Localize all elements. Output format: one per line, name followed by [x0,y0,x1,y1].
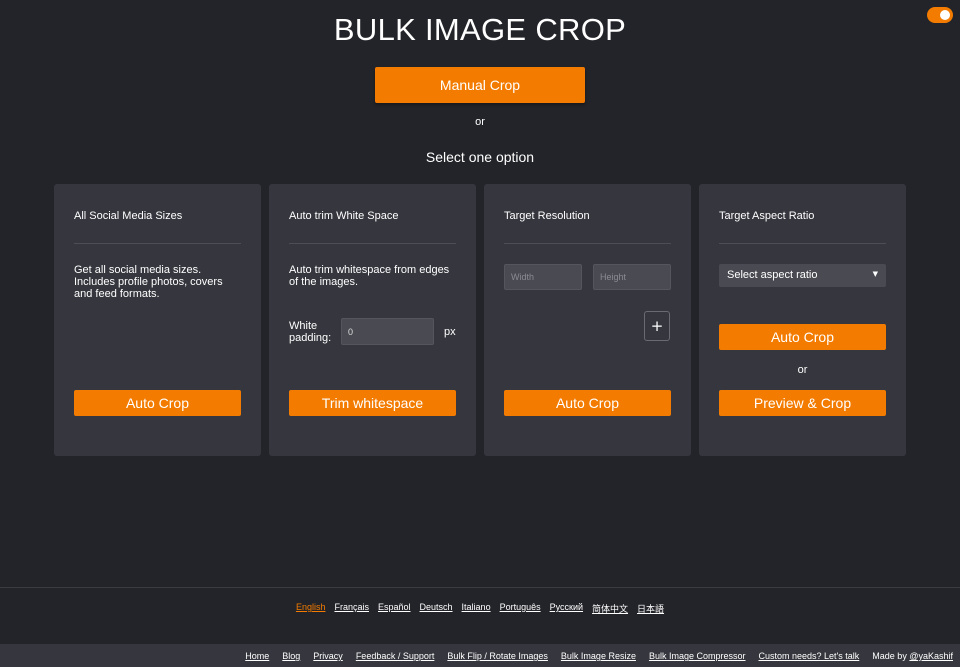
white-padding-label: White padding: [289,320,332,344]
card-target-aspect-ratio: Target Aspect Ratio Select aspect ratio … [699,184,906,456]
footer-link-compressor[interactable]: Bulk Image Compressor [649,651,746,661]
card-divider [74,243,241,244]
card-description: Auto trim whitespace from edges of the i… [289,264,450,288]
card-title: Target Aspect Ratio [719,210,815,222]
resolution-auto-crop-button[interactable]: Auto Crop [504,390,671,416]
lang-link-italian[interactable]: Italiano [462,602,491,615]
card-divider [719,243,886,244]
lang-link-portuguese[interactable]: Português [500,602,541,615]
page: BULK IMAGE CROP Manual Crop or Select on… [0,0,960,667]
footer-link-resize[interactable]: Bulk Image Resize [561,651,636,661]
language-links: English Français Español Deutsch Italian… [0,602,960,615]
card-title: Target Resolution [504,210,590,222]
select-option-heading: Select one option [425,149,535,165]
made-by: Made by @yaKashif [872,651,953,661]
lang-link-spanish[interactable]: Español [378,602,411,615]
footer-link-blog[interactable]: Blog [282,651,300,661]
lang-link-japanese[interactable]: 日本語 [637,602,664,615]
lang-link-chinese[interactable]: 简体中文 [592,602,628,615]
footer-link-privacy[interactable]: Privacy [313,651,343,661]
width-input[interactable] [504,264,582,290]
or-separator: or [797,364,808,376]
or-separator: or [475,116,485,128]
lang-link-french[interactable]: Français [334,602,369,615]
card-description: Get all social media sizes. Includes pro… [74,264,223,300]
aspect-auto-crop-button[interactable]: Auto Crop [719,324,886,350]
height-input[interactable] [593,264,671,290]
card-trim-whitespace: Auto trim White Space Auto trim whitespa… [269,184,476,456]
lang-link-german[interactable]: Deutsch [420,602,453,615]
footer-link-custom[interactable]: Custom needs? Let's talk [759,651,860,661]
manual-crop-button[interactable]: Manual Crop [375,67,585,103]
white-padding-input[interactable] [341,318,434,345]
page-title: BULK IMAGE CROP [333,12,627,47]
footer-links: Home Blog Privacy Feedback / Support Bul… [245,651,953,661]
social-auto-crop-button[interactable]: Auto Crop [74,390,241,416]
lang-link-russian[interactable]: Русский [550,602,583,615]
preview-crop-button[interactable]: Preview & Crop [719,390,886,416]
card-divider [504,243,671,244]
made-by-label: Made by [872,651,907,661]
footer-divider [0,587,960,588]
px-unit-label: px [444,326,456,338]
footer-link-flip-rotate[interactable]: Bulk Flip / Rotate Images [447,651,548,661]
lang-link-english[interactable]: English [296,602,326,615]
card-title: All Social Media Sizes [74,210,183,222]
card-divider [289,243,456,244]
aspect-ratio-select-value: Select aspect ratio [727,269,818,281]
author-link[interactable]: @yaKashif [909,651,953,661]
add-resolution-button[interactable]: + [644,311,670,341]
chevron-down-icon: ▼ [872,270,878,278]
footer-link-home[interactable]: Home [245,651,269,661]
footer-link-feedback[interactable]: Feedback / Support [356,651,435,661]
aspect-ratio-select[interactable]: Select aspect ratio ▼ [719,264,886,287]
card-social-media: All Social Media Sizes Get all social me… [54,184,261,456]
trim-whitespace-button[interactable]: Trim whitespace [289,390,456,416]
card-target-resolution: Target Resolution + Auto Crop [484,184,691,456]
card-title: Auto trim White Space [289,210,399,222]
